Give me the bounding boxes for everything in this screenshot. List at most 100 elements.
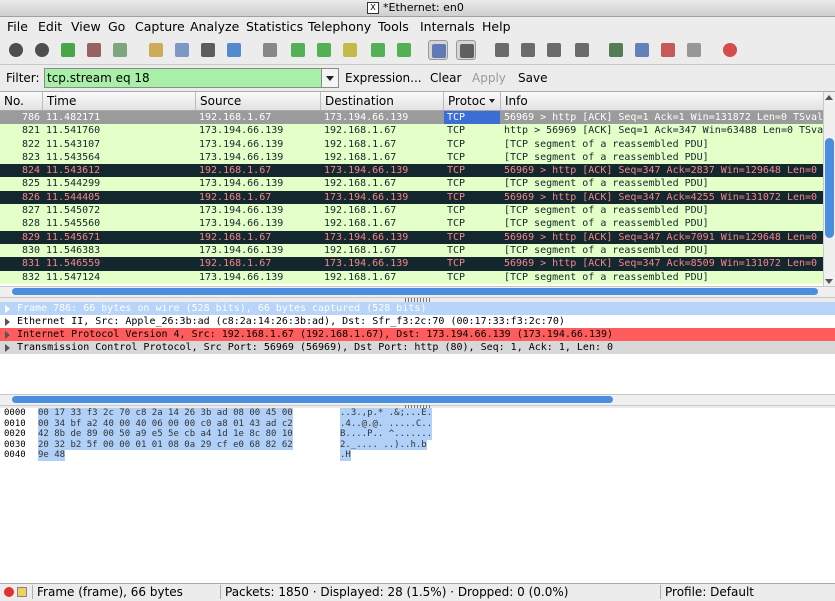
column-header-source[interactable]: Source bbox=[196, 92, 321, 110]
start-capture-icon[interactable] bbox=[58, 40, 78, 60]
packet-list-vscrollbar[interactable] bbox=[823, 92, 835, 287]
expert-info-icon[interactable] bbox=[4, 587, 14, 597]
menu-view[interactable]: View bbox=[71, 19, 101, 34]
options-icon[interactable] bbox=[32, 40, 52, 60]
save-file-icon[interactable] bbox=[172, 40, 192, 60]
packet-row[interactable]: 824 11.543612 192.168.1.67 173.194.66.139 TC… bbox=[0, 164, 824, 178]
go-forward-icon[interactable] bbox=[314, 40, 334, 60]
packet-cell-proto: TCP bbox=[447, 191, 466, 203]
menu-go[interactable]: Go bbox=[108, 19, 125, 34]
bytes-ascii[interactable]: B....P.. ^....... bbox=[340, 429, 433, 440]
bytes-hex[interactable]: 42 8b de 89 00 50 a9 e5 5e cb a4 1d 1e 8… bbox=[38, 429, 293, 440]
help-icon[interactable] bbox=[720, 40, 740, 60]
packet-row[interactable]: 826 11.544405 192.168.1.67 173.194.66.139 TC… bbox=[0, 190, 824, 205]
packet-list-vscroll-thumb[interactable] bbox=[825, 138, 834, 238]
colorize-icon[interactable] bbox=[428, 40, 448, 60]
column-header-protocol[interactable]: Protoc bbox=[444, 92, 501, 110]
detail-tree-item[interactable]: Frame 786: 66 bytes on wire (528 bits), … bbox=[0, 302, 835, 315]
scroll-down-icon[interactable] bbox=[825, 279, 833, 284]
stop-capture-icon[interactable] bbox=[84, 40, 104, 60]
bytes-hex[interactable]: 00 17 33 f3 2c 70 c8 2a 14 26 3b ad 08 0… bbox=[38, 408, 293, 419]
clear-button[interactable]: Clear bbox=[430, 71, 461, 85]
zoom-normal-icon[interactable] bbox=[544, 40, 564, 60]
menu-internals[interactable]: Internals bbox=[420, 19, 475, 34]
interfaces-icon[interactable] bbox=[6, 40, 26, 60]
packet-row[interactable]: 827 11.545072 173.194.66.139 192.168.1.67 TC… bbox=[0, 204, 823, 218]
menu-tools[interactable]: Tools bbox=[378, 19, 409, 34]
detail-tree-item[interactable]: Internet Protocol Version 4, Src: 192.16… bbox=[0, 328, 835, 341]
packet-cell-dst: 173.194.66.139 bbox=[324, 112, 409, 123]
menu-file[interactable]: File bbox=[7, 19, 28, 34]
save-filter-button[interactable]: Save bbox=[518, 71, 547, 85]
packet-bytes[interactable]: 0000 00 17 33 f3 2c 70 c8 2a 14 26 3b ad … bbox=[0, 408, 835, 583]
go-to-packet-icon[interactable] bbox=[340, 40, 360, 60]
menu-analyze[interactable]: Analyze bbox=[190, 19, 239, 34]
preferences-icon[interactable] bbox=[684, 40, 704, 60]
expand-triangle-icon[interactable] bbox=[5, 318, 10, 326]
packet-row[interactable]: 829 11.545671 192.168.1.67 173.194.66.139 TC… bbox=[0, 230, 824, 244]
bytes-ascii[interactable]: .H bbox=[340, 450, 351, 461]
bytes-ascii[interactable]: ..3.,p.* .&;...E. bbox=[340, 408, 433, 419]
go-back-icon[interactable] bbox=[288, 40, 308, 60]
go-first-icon[interactable] bbox=[368, 40, 388, 60]
bytes-hex[interactable]: 20 32 b2 5f 00 00 01 01 08 0a 29 cf e0 6… bbox=[38, 439, 293, 450]
find-icon[interactable] bbox=[260, 40, 280, 60]
autoscroll-icon[interactable] bbox=[456, 40, 476, 60]
packet-row[interactable]: 832 11.547124 173.194.66.139 192.168.1.67 TC… bbox=[0, 270, 823, 284]
expand-triangle-icon[interactable] bbox=[5, 344, 10, 352]
detail-tree-item[interactable]: Transmission Control Protocol, Src Port:… bbox=[0, 341, 835, 354]
capture-filters-icon[interactable] bbox=[606, 40, 626, 60]
restart-capture-icon[interactable] bbox=[110, 40, 130, 60]
filter-input[interactable] bbox=[44, 68, 324, 88]
column-header-info[interactable]: Info bbox=[501, 92, 823, 110]
go-last-icon[interactable] bbox=[394, 40, 414, 60]
packet-row[interactable]: 786 11.482171 192.168.1.67 173.194.66.139 TC… bbox=[0, 111, 824, 125]
packet-cell-no: 826 bbox=[21, 191, 40, 203]
apply-button[interactable]: Apply bbox=[472, 71, 506, 85]
column-header-no[interactable]: No. bbox=[0, 92, 43, 110]
packet-row[interactable]: 822 11.543107 173.194.66.139 192.168.1.67 TC… bbox=[0, 137, 823, 151]
packet-list-hscroll-thumb[interactable] bbox=[12, 288, 818, 295]
filter-dropdown-button[interactable] bbox=[321, 68, 339, 88]
column-header-destination[interactable]: Destination bbox=[321, 92, 444, 110]
coloring-rules-icon[interactable] bbox=[658, 40, 678, 60]
menu-edit[interactable]: Edit bbox=[38, 19, 62, 34]
packet-cell-src: 192.168.1.67 bbox=[199, 165, 272, 177]
expand-triangle-icon[interactable] bbox=[5, 331, 10, 339]
expand-triangle-icon[interactable] bbox=[5, 305, 10, 313]
column-header-time[interactable]: Time bbox=[43, 92, 196, 110]
capture-comments-icon[interactable] bbox=[17, 587, 27, 597]
packet-row[interactable]: 823 11.543564 173.194.66.139 192.168.1.67 TC… bbox=[0, 150, 823, 165]
menu-help[interactable]: Help bbox=[482, 19, 511, 34]
bytes-hex[interactable]: 00 34 bf a2 40 00 40 06 00 00 c0 a8 01 4… bbox=[38, 418, 293, 429]
packet-row[interactable]: 830 11.546383 173.194.66.139 192.168.1.67 TC… bbox=[0, 243, 823, 258]
packet-details-hscroll-thumb[interactable] bbox=[12, 396, 613, 403]
close-file-icon[interactable] bbox=[198, 40, 218, 60]
packet-row[interactable]: 831 11.546559 192.168.1.67 173.194.66.139 TC… bbox=[0, 257, 824, 271]
packet-row[interactable]: 821 11.541760 173.194.66.139 192.168.1.67 TC… bbox=[0, 124, 824, 138]
packet-cell-no: 822 bbox=[21, 138, 40, 150]
menu-capture[interactable]: Capture bbox=[135, 19, 185, 34]
zoom-in-icon[interactable] bbox=[492, 40, 512, 60]
bytes-hex[interactable]: 9e 48 bbox=[38, 450, 66, 461]
scroll-up-icon[interactable] bbox=[825, 95, 833, 100]
packet-row[interactable]: 825 11.544299 173.194.66.139 192.168.1.67 TC… bbox=[0, 177, 823, 191]
menu-telephony[interactable]: Telephony bbox=[308, 19, 371, 34]
packet-cell-info: [TCP segment of a reassembled PDU] bbox=[504, 178, 709, 190]
menu-statistics[interactable]: Statistics bbox=[246, 19, 303, 34]
packet-list[interactable]: No. Time Source Destination Protoc Info … bbox=[0, 91, 835, 287]
packet-list-hscrollbar[interactable] bbox=[0, 286, 835, 298]
bytes-ascii[interactable]: 2._.... ..)..h.b bbox=[340, 439, 427, 450]
expression-button[interactable]: Expression... bbox=[345, 71, 422, 85]
reload-icon[interactable] bbox=[224, 40, 244, 60]
detail-tree-label: Internet Protocol Version 4, Src: 192.16… bbox=[17, 329, 614, 340]
open-file-icon[interactable] bbox=[146, 40, 166, 60]
detail-tree-item[interactable]: Ethernet II, Src: Apple_26:3b:ad (c8:2a:… bbox=[0, 315, 835, 328]
zoom-out-icon[interactable] bbox=[518, 40, 538, 60]
bytes-ascii[interactable]: .4..@.@. .....C.. bbox=[340, 418, 433, 429]
resize-columns-icon[interactable] bbox=[572, 40, 592, 60]
status-profile[interactable]: Profile: Default bbox=[660, 585, 754, 599]
packet-row[interactable]: 828 11.545560 173.194.66.139 192.168.1.67 TC… bbox=[0, 217, 823, 231]
packet-details[interactable]: Frame 786: 66 bytes on wire (528 bits), … bbox=[0, 302, 835, 394]
display-filters-icon[interactable] bbox=[632, 40, 652, 60]
